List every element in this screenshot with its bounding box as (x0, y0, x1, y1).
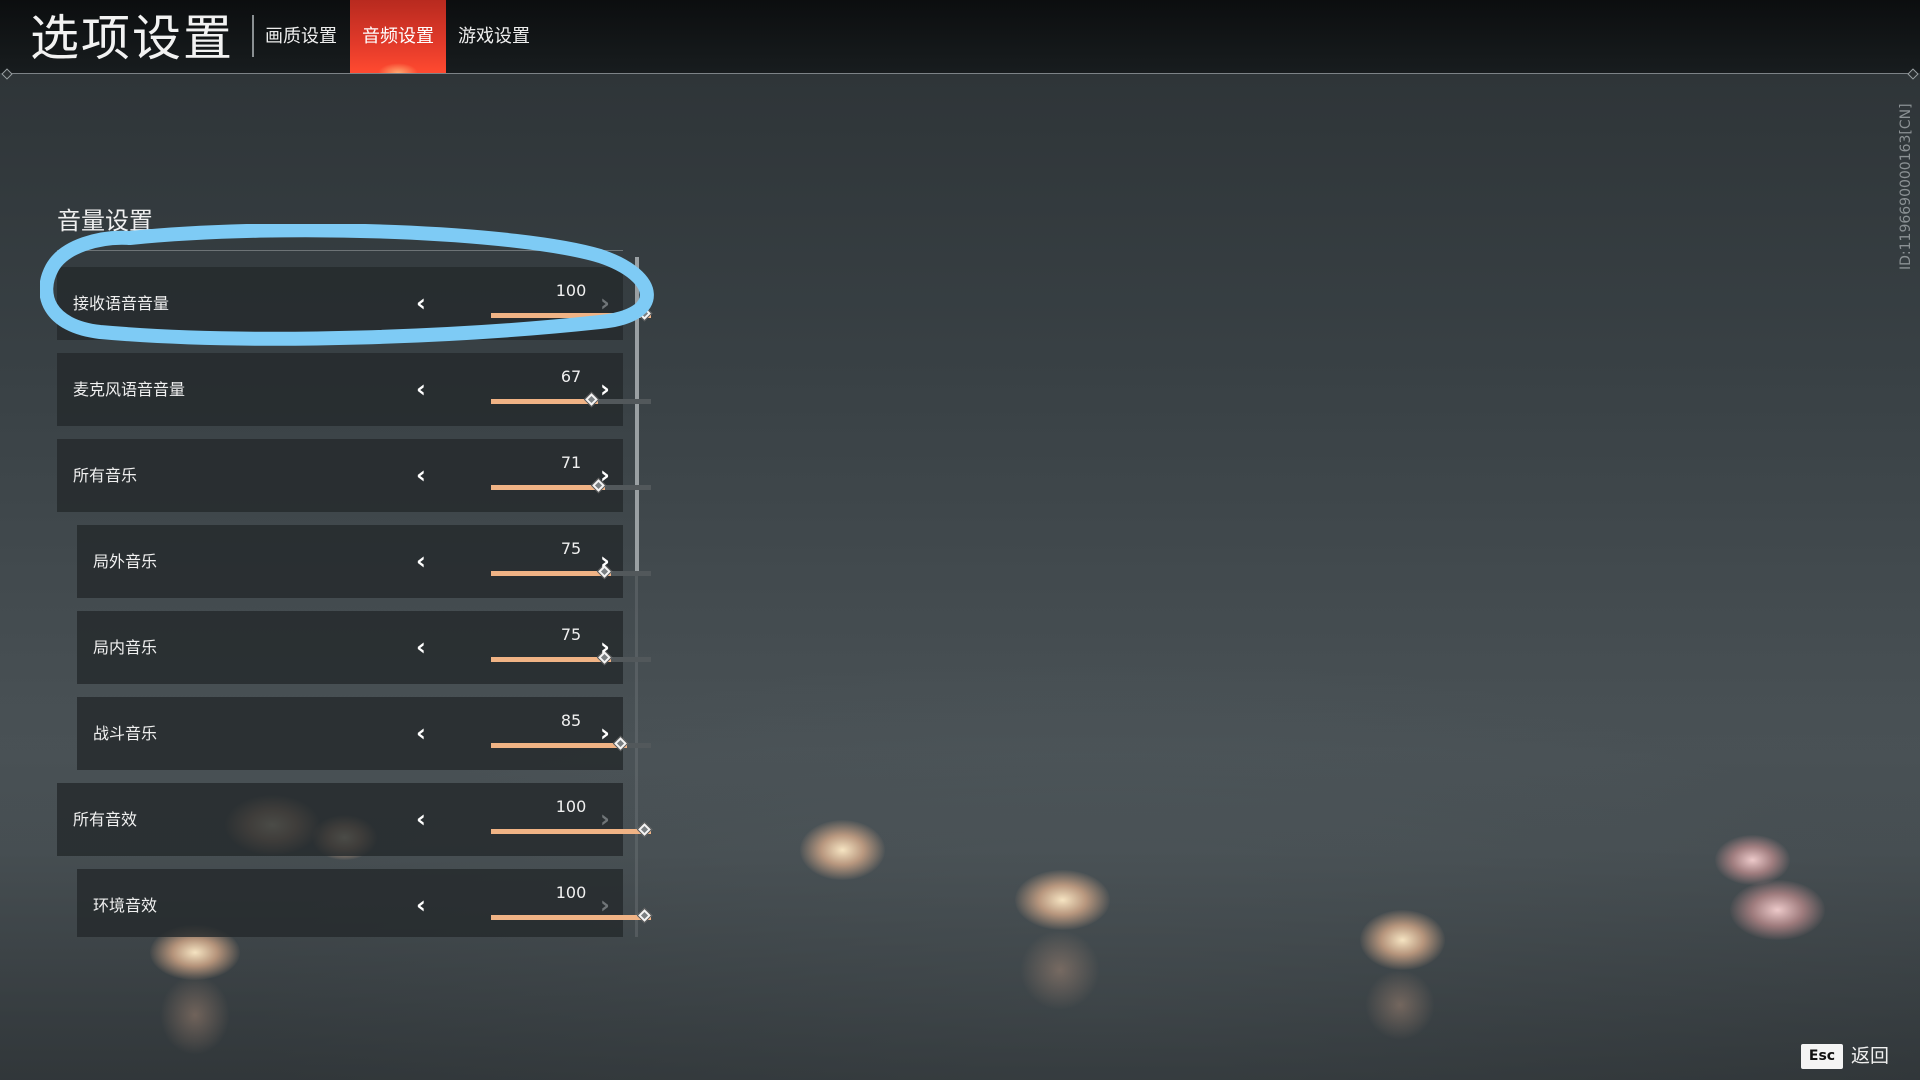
chevron-left-icon[interactable]: ‹ (409, 632, 433, 662)
tab-graphics-settings[interactable]: 画质设置 (256, 0, 346, 73)
chevron-right-icon[interactable]: › (593, 890, 617, 920)
setting-row-mic-voice-volume: 麦克风语音音量 ‹ 67 › (57, 353, 651, 426)
volume-slider[interactable] (491, 649, 651, 666)
section-title: 音量设置 (57, 207, 153, 235)
chevron-right-icon[interactable]: › (593, 460, 617, 490)
setting-row-ambient-sound: 环境音效 ‹ 100 › (77, 869, 653, 937)
setting-label: 麦克风语音音量 (73, 380, 186, 399)
lantern-reflection (1020, 930, 1100, 1010)
volume-slider[interactable] (491, 821, 653, 838)
chevron-left-icon[interactable]: ‹ (409, 288, 433, 318)
lantern-light (1015, 870, 1110, 930)
setting-label: 环境音效 (93, 896, 158, 915)
page-title: 选项设置 (30, 10, 235, 67)
chevron-right-icon[interactable]: › (593, 804, 617, 834)
slider-fill (491, 915, 651, 920)
setting-value: 100 (555, 281, 587, 300)
volume-slider[interactable] (491, 391, 651, 408)
setting-value: 100 (555, 883, 587, 902)
chevron-right-icon[interactable]: › (593, 288, 617, 318)
slider-fill (491, 313, 651, 318)
chevron-right-icon[interactable]: › (593, 632, 617, 662)
lantern-light (1715, 835, 1790, 885)
setting-label: 局内音乐 (93, 638, 158, 657)
slider-fill (491, 485, 605, 490)
volume-slider[interactable] (491, 305, 653, 322)
setting-label: 战斗音乐 (93, 724, 158, 743)
setting-row-match-music: 局内音乐 ‹ 75 › (77, 611, 651, 684)
chevron-left-icon[interactable]: ‹ (409, 546, 433, 576)
tab-game-settings[interactable]: 游戏设置 (448, 0, 540, 73)
chevron-right-icon[interactable]: › (593, 374, 617, 404)
volume-slider[interactable] (491, 735, 651, 752)
setting-value: 75 (560, 539, 582, 558)
setting-value: 71 (560, 453, 582, 472)
tab-audio-settings[interactable]: 音频设置 (350, 0, 446, 73)
setting-value: 67 (560, 367, 582, 386)
setting-row-lobby-music: 局外音乐 ‹ 75 › (77, 525, 651, 598)
chevron-left-icon[interactable]: ‹ (409, 374, 433, 404)
volume-slider[interactable] (491, 563, 651, 580)
chevron-right-icon[interactable]: › (593, 546, 617, 576)
chevron-left-icon[interactable]: ‹ (409, 804, 433, 834)
esc-key-icon[interactable]: Esc (1801, 1044, 1843, 1069)
setting-row-receive-voice-volume: 接收语音音量 ‹ 100 › (57, 267, 653, 340)
setting-label: 所有音效 (73, 810, 138, 829)
volume-slider[interactable] (491, 477, 651, 494)
chevron-left-icon[interactable]: ‹ (409, 460, 433, 490)
setting-row-all-music: 所有音乐 ‹ 71 › (57, 439, 651, 512)
back-label[interactable]: 返回 (1851, 1044, 1889, 1069)
chevron-right-icon[interactable]: › (593, 718, 617, 748)
lantern-light (800, 820, 885, 880)
slider-fill (491, 399, 599, 404)
setting-value: 85 (560, 711, 582, 730)
chevron-left-icon[interactable]: ‹ (409, 890, 433, 920)
lantern-reflection (160, 975, 230, 1055)
slider-fill (491, 829, 651, 834)
lantern-reflection (1365, 970, 1435, 1040)
title-divider (252, 15, 254, 57)
setting-value: 75 (560, 625, 582, 644)
setting-value: 100 (555, 797, 587, 816)
header-divider (6, 73, 1914, 74)
setting-label: 局外音乐 (93, 552, 158, 571)
diamond-icon[interactable] (636, 305, 653, 322)
setting-row-battle-music: 战斗音乐 ‹ 85 › (77, 697, 651, 770)
player-id-label: ID:1196690000163[CN] (1898, 103, 1914, 270)
volume-slider[interactable] (491, 907, 653, 924)
chevron-left-icon[interactable]: ‹ (409, 718, 433, 748)
setting-row-all-sound-effects: 所有音效 ‹ 100 › (57, 783, 653, 856)
lantern-light (1730, 880, 1825, 940)
lantern-light (1360, 910, 1445, 970)
setting-label: 接收语音音量 (73, 294, 170, 313)
scrollbar-thumb[interactable] (635, 257, 639, 574)
setting-label: 所有音乐 (73, 466, 138, 485)
section-divider (57, 250, 623, 251)
